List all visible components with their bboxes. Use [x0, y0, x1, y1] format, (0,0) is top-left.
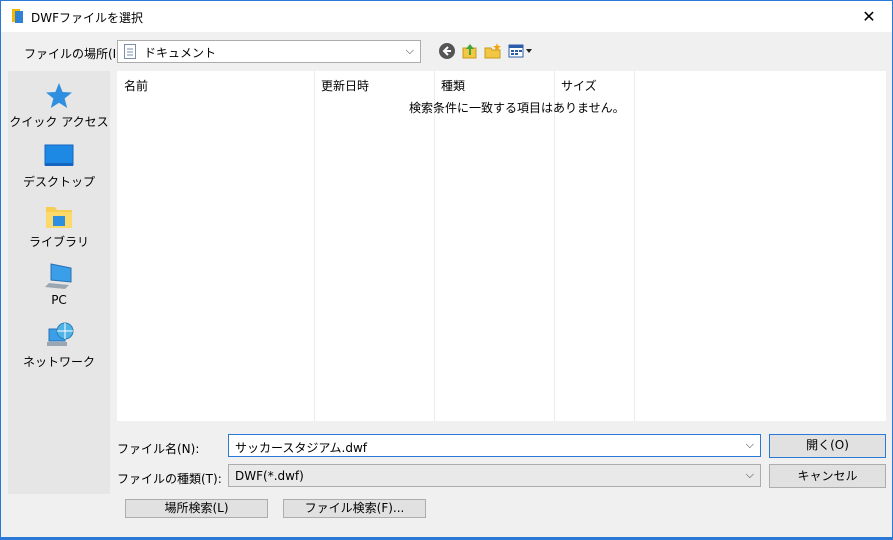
column-header-type[interactable]: 種類 [441, 77, 465, 94]
place-library[interactable]: ライブラリ [8, 201, 110, 250]
place-label: PC [51, 293, 67, 307]
column-divider [314, 71, 315, 421]
empty-list-message: 検索条件に一致する項目はありません。 [409, 101, 625, 115]
new-folder-icon[interactable] [483, 41, 503, 61]
back-icon[interactable] [437, 41, 457, 61]
place-network[interactable]: ネットワーク [8, 321, 110, 370]
column-divider [634, 71, 635, 421]
chevron-down-icon: ⌵ [745, 468, 754, 481]
filename-label: ファイル名(N): [117, 442, 200, 456]
filename-value: サッカースタジアム.dwf [235, 441, 368, 455]
open-button[interactable]: 開く(O) [769, 434, 886, 458]
window-title: DWFファイルを選択 [31, 11, 144, 25]
cancel-button-label: キャンセル [797, 469, 858, 483]
filetype-dropdown[interactable]: DWF(*.dwf) ⌵ [228, 464, 761, 487]
title-bar: DWFファイルを選択 ✕ [1, 1, 892, 32]
file-dialog-window: DWFファイルを選択 ✕ ファイルの場所(I): ドキュメント ⌵ クイック ア… [0, 0, 893, 540]
app-icon [12, 9, 23, 23]
window-bottom-border [1, 537, 892, 539]
places-bar: クイック アクセス デスクトップ ライブラリ PC ネットワーク [8, 71, 110, 494]
place-pc[interactable]: PC [8, 261, 110, 307]
pc-icon [45, 263, 72, 289]
close-button[interactable]: ✕ [846, 1, 892, 32]
place-label: ネットワーク [22, 355, 95, 369]
chevron-down-icon: ⌵ [405, 44, 414, 57]
lookin-dropdown[interactable]: ドキュメント ⌵ [117, 40, 421, 63]
lookin-value: ドキュメント [144, 46, 217, 60]
filetype-value: DWF(*.dwf) [235, 469, 304, 483]
column-divider [554, 71, 555, 421]
column-header-name[interactable]: 名前 [124, 77, 148, 94]
quick-access-star-icon [46, 83, 72, 108]
column-divider [434, 71, 435, 421]
column-header-modified[interactable]: 更新日時 [321, 77, 369, 94]
place-search-label: 場所検索(L) [164, 501, 229, 515]
filetype-label: ファイルの種類(T): [117, 472, 222, 486]
place-quick-access[interactable]: クイック アクセス [8, 81, 110, 130]
file-list[interactable]: 名前 更新日時 種類 サイズ 検索条件に一致する項目はありません。 [117, 71, 886, 421]
open-button-label: 開く(O) [806, 438, 849, 452]
lookin-label: ファイルの場所(I): [24, 47, 125, 61]
place-search-button[interactable]: 場所検索(L) [125, 499, 268, 518]
file-search-button[interactable]: ファイル検索(F)... [283, 499, 426, 518]
file-search-label: ファイル検索(F)... [304, 501, 405, 515]
view-menu-icon[interactable] [507, 41, 533, 61]
column-header-size[interactable]: サイズ [561, 77, 597, 94]
place-desktop[interactable]: デスクトップ [8, 141, 110, 190]
documents-icon [124, 44, 136, 59]
cancel-button[interactable]: キャンセル [769, 464, 886, 488]
close-icon: ✕ [862, 7, 876, 26]
network-icon [47, 322, 74, 346]
library-icon [46, 207, 72, 228]
place-label: クイック アクセス [9, 115, 109, 129]
desktop-icon [44, 144, 74, 166]
place-label: デスクトップ [22, 175, 95, 189]
up-folder-icon[interactable] [460, 41, 480, 61]
filename-input[interactable]: サッカースタジアム.dwf ⌵ [228, 434, 761, 457]
place-label: ライブラリ [28, 235, 89, 249]
chevron-down-icon[interactable]: ⌵ [746, 438, 754, 452]
